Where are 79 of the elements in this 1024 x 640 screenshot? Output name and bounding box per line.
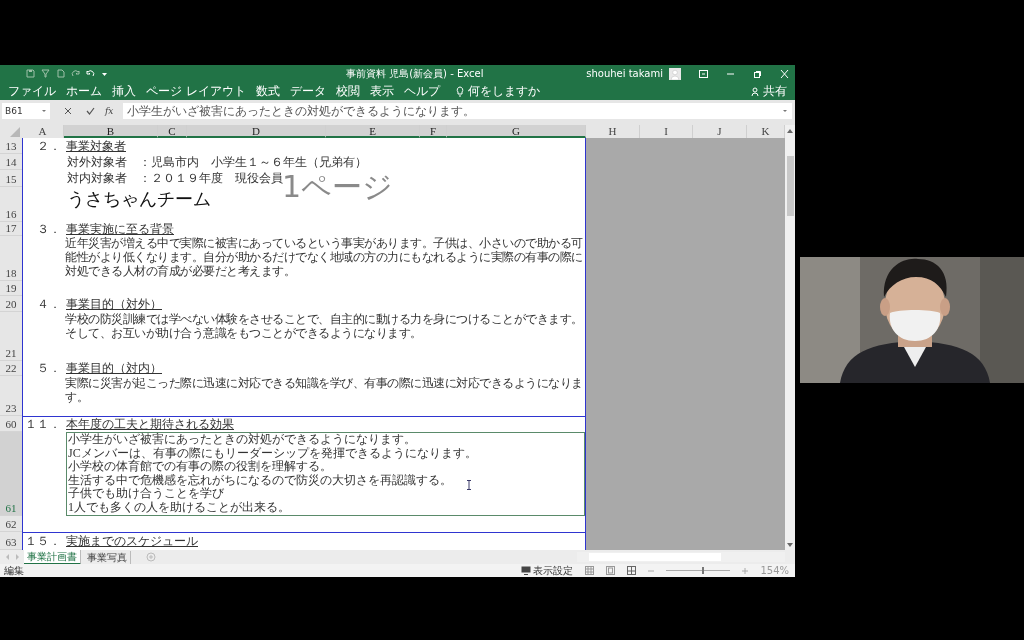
add-sheet-icon[interactable] — [146, 552, 156, 562]
avatar-icon[interactable] — [669, 67, 681, 80]
restore-icon[interactable] — [753, 69, 762, 78]
column-header[interactable]: B — [64, 125, 158, 138]
scroll-up-icon[interactable] — [785, 125, 795, 138]
ribbon-tab[interactable]: ヘルプ — [403, 82, 440, 100]
row-header[interactable]: 17 — [0, 222, 22, 236]
cell-line: 生活する中で危機感を忘れがちになるので防災の大切さを再認識する。 — [68, 473, 452, 487]
team-name: うさちゃんチーム — [67, 188, 211, 210]
status-mode: 編集 — [4, 563, 25, 578]
save-icon[interactable] — [26, 69, 35, 78]
person-icon — [751, 86, 760, 96]
next-sheet-icon[interactable] — [14, 553, 21, 561]
ribbon-tab[interactable]: ページ レイアウト — [146, 82, 246, 100]
column-header[interactable]: F — [420, 125, 447, 138]
user-name: shouhei takami — [586, 68, 663, 79]
scrollbar-thumb[interactable] — [786, 156, 794, 216]
item-number: ３． — [36, 220, 61, 238]
document-icon[interactable] — [56, 69, 65, 78]
column-header[interactable]: C — [158, 125, 187, 138]
cell-line: JCメンバーは、有事の際にもリーダーシップを発揮できるようになります。 — [68, 446, 477, 460]
insert-function-button[interactable]: fx — [105, 106, 114, 116]
undo-icon[interactable] — [86, 69, 95, 78]
text-cursor-icon — [466, 480, 472, 490]
item-number: ５． — [36, 360, 61, 377]
cell-paragraph: 学校の防災訓練では学べない体験をさせることで、自主的に動ける力を身につけることができます。そして、お互いが助け合う意識をもつことができるようになります。 — [65, 312, 584, 342]
ribbon-tab[interactable]: データ — [289, 82, 326, 100]
caret-icon — [782, 108, 788, 114]
tell-me-field[interactable]: 何をしますか — [467, 82, 540, 100]
section-heading: 実施までのスケジュール — [66, 533, 198, 550]
ribbon-tab[interactable]: 挿入 — [112, 82, 136, 100]
column-header[interactable]: D — [187, 125, 326, 138]
share-button[interactable]: 共有 — [751, 82, 787, 100]
cell-text: 対外対象者 ：児島市内 小学生１～６年生（兄弟有） — [67, 153, 367, 171]
section-heading: 事業目的（対内） — [66, 360, 162, 377]
page-break-view-icon[interactable] — [627, 566, 637, 575]
cell-paragraph: 実際に災害が起こった際に迅速に対応できる知識を学び、有事の際に迅速に対応できるようになります。 — [65, 376, 584, 406]
column-header[interactable]: E — [326, 125, 420, 138]
item-number: １１． — [24, 416, 61, 433]
ribbon-tab[interactable]: 表示 — [369, 82, 394, 100]
redo-icon[interactable] — [71, 69, 80, 78]
lightbulb-icon[interactable] — [455, 85, 464, 97]
display-settings-button[interactable]: 表示設定 — [521, 563, 574, 578]
ribbon-tab[interactable]: 数式 — [255, 82, 280, 100]
ribbon-tab[interactable]: ホーム — [66, 82, 102, 100]
selected-cell[interactable]: 小学生がいざ被害にあったときの対処ができるようになります。 JCメンバーは、有事の際にもリーダーシップを発揮できるようになります。 小学校の体育館での有事の際の役割を理解する。 生活する中で危機感を忘れがちになるので防災の大切さを再認識する。 子供でも助け合うことを学び 1人でも多くの人を助けることが出来る。 — [66, 432, 585, 516]
item-number: ４． — [36, 295, 61, 313]
ribbon-display-icon[interactable] — [699, 69, 708, 78]
confirm-icon[interactable] — [86, 107, 95, 115]
cell-line: 子供でも助け合うことを学び — [68, 487, 224, 501]
previous-sheet-icon[interactable] — [4, 553, 11, 561]
cell-line: 1人でも多くの人を助けることが出来る。 — [68, 500, 290, 514]
zoom-in-icon[interactable] — [742, 567, 749, 574]
section-heading: 事業実施に至る背景 — [66, 220, 174, 237]
item-number: １５． — [24, 533, 61, 550]
ribbon-tab[interactable]: 校閲 — [335, 82, 360, 100]
page-number-label: 1ページ — [282, 172, 394, 202]
page-layout-icon[interactable] — [606, 566, 616, 575]
cell-paragraph: 近年災害が増える中で実際に被害にあっているという事実があります。子供は、小さいので助かる可能性がより低くなります。自分が助かるだけでなく地域の方の力にもなれるように実際の有事の際に対処できる人材の育成が必要だと考えます。 — [65, 236, 584, 280]
ribbon-tab[interactable]: ファイル — [8, 82, 56, 100]
caret-icon — [41, 108, 47, 114]
cell-line: 小学校の体育館での有事の際の役割を理解する。 — [68, 460, 332, 474]
formula-field[interactable]: 小学生がいざ被害にあったときの対処ができるようになります。 — [123, 103, 792, 119]
normal-view-icon[interactable] — [585, 566, 595, 575]
monitor-icon — [521, 566, 532, 575]
row-header[interactable]: 61 — [0, 432, 22, 516]
item-number: ２． — [36, 137, 61, 155]
name-box[interactable]: B61 — [2, 103, 50, 119]
cell-line: 小学生がいざ被害にあったときの対処ができるようになります。 — [68, 433, 416, 447]
column-header[interactable]: G — [447, 125, 586, 138]
window-title: 事前資料 児島(新会員) - Excel — [346, 66, 485, 81]
cancel-icon[interactable] — [64, 107, 72, 115]
cell-text: 対内対象者 ：２０１９年度 現役会員 — [67, 170, 283, 187]
section-heading: 事業目的（対外） — [66, 295, 162, 313]
section-heading: 本年度の工夫と期待される効果 — [66, 416, 234, 433]
filter-icon[interactable] — [41, 69, 50, 78]
section-heading: 事業対象者 — [66, 137, 126, 155]
sheet-tab[interactable]: 事業写真 — [84, 550, 131, 564]
close-icon[interactable] — [780, 69, 789, 78]
